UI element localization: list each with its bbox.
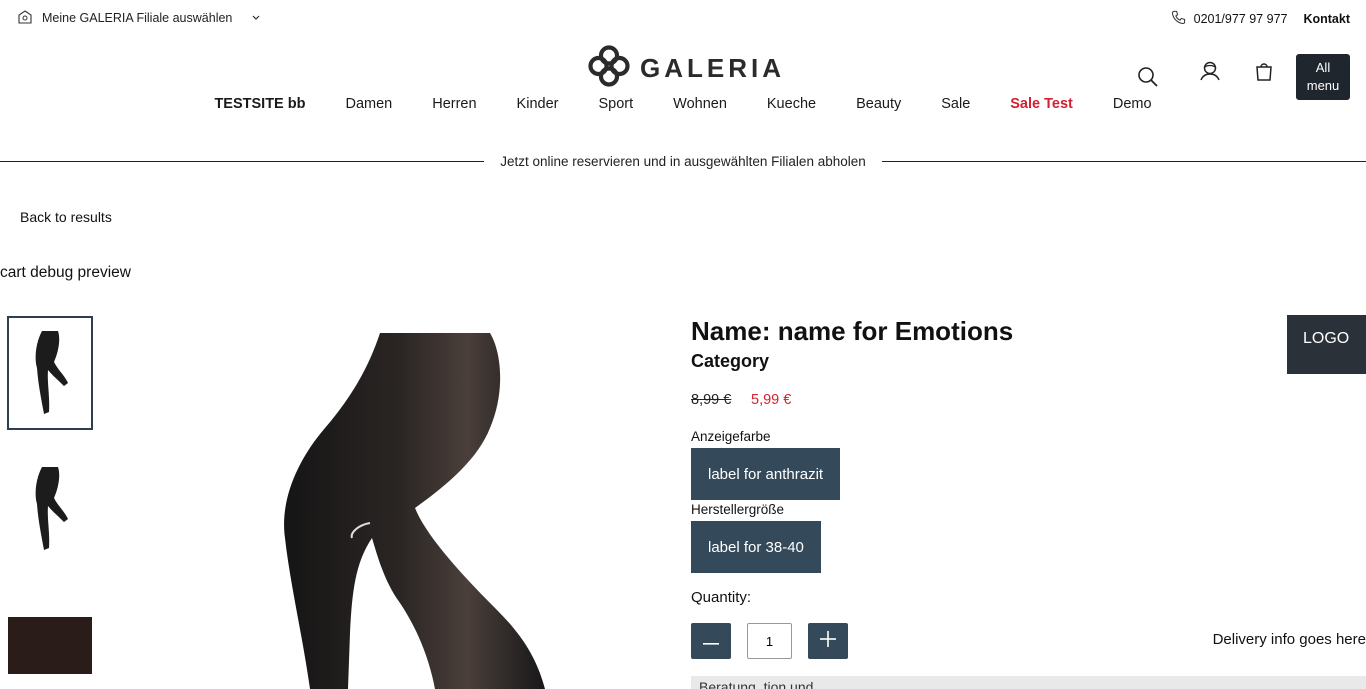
size-label: Herstellergröße: [691, 502, 785, 517]
thumbnail-1[interactable]: [7, 316, 93, 430]
nav-item-wohnen[interactable]: Wohnen: [673, 96, 727, 112]
main-nav: TESTSITE bb Damen Herren Kinder Sport Wo…: [0, 96, 1366, 112]
back-to-results-link[interactable]: Back to results: [20, 209, 112, 225]
tights-thumbnail-image: [35, 467, 68, 550]
brand-logo-box: LOGO: [1287, 315, 1366, 374]
banner-text: Jetzt online reservieren und in ausgewäh…: [500, 153, 866, 169]
product-name: Name: name for Emotions: [691, 316, 1014, 346]
store-icon: [18, 9, 32, 27]
divider: [881, 160, 1366, 162]
phone-number[interactable]: 0201/977 97 977: [1194, 12, 1288, 26]
thumbnail-3[interactable]: [8, 617, 92, 674]
accordion-title: Beratung, tion und: [699, 679, 814, 689]
product-main-image: [240, 333, 600, 689]
nav-item-beauty[interactable]: Beauty: [856, 96, 901, 112]
quantity-label: Quantity:: [691, 589, 752, 606]
reservation-banner: Jetzt online reservieren und in ausgewäh…: [0, 150, 1366, 172]
all-menu-label-line2: menu: [1306, 78, 1340, 93]
galeria-logo-icon: [588, 45, 630, 92]
divider: [0, 160, 485, 162]
cart-icon[interactable]: [1251, 58, 1277, 84]
logo-wordmark: GALERIA: [640, 53, 785, 83]
contact-area: 0201/977 97 977 Kontakt: [1171, 10, 1350, 28]
product-category: Category: [691, 351, 770, 371]
quantity-decrease-button[interactable]: [691, 623, 731, 659]
thumbnail-2[interactable]: [7, 452, 93, 566]
all-menu-button[interactable]: All menu: [1296, 54, 1350, 100]
all-menu-label-line1: All: [1315, 60, 1331, 75]
quantity-input[interactable]: [747, 623, 792, 659]
quantity-increase-button[interactable]: [808, 623, 848, 659]
color-label: Anzeigefarbe: [691, 429, 771, 444]
nav-item-kueche[interactable]: Kueche: [767, 96, 816, 112]
size-option-button[interactable]: label for 38-40: [691, 521, 821, 573]
sale-price: 5,99 €: [751, 392, 792, 408]
store-selector[interactable]: Meine GALERIA Filiale auswählen: [18, 8, 260, 28]
minus-icon: [703, 632, 719, 650]
nav-item-sale[interactable]: Sale: [941, 96, 970, 112]
accordion-header[interactable]: Beratung, tion und: [691, 676, 1366, 689]
debug-title: cart debug preview: [0, 264, 131, 281]
chevron-down-icon: [252, 13, 260, 24]
account-icon[interactable]: [1197, 58, 1223, 84]
nav-item-demo[interactable]: Demo: [1113, 96, 1152, 112]
nav-item-sale-test[interactable]: Sale Test: [1010, 96, 1073, 112]
nav-item-sport[interactable]: Sport: [598, 96, 633, 112]
tights-thumbnail-image: [35, 331, 68, 414]
nav-item-testsite[interactable]: TESTSITE bb: [214, 96, 305, 112]
phone-icon: [1171, 10, 1186, 28]
old-price: 8,99 €: [691, 392, 732, 408]
nav-item-herren[interactable]: Herren: [432, 96, 476, 112]
search-icon[interactable]: [1135, 64, 1161, 90]
galeria-logo[interactable]: GALERIA: [588, 45, 785, 92]
nav-item-kinder[interactable]: Kinder: [517, 96, 559, 112]
plus-icon: [820, 630, 836, 652]
store-selector-label: Meine GALERIA Filiale auswählen: [42, 11, 233, 25]
contact-link[interactable]: Kontakt: [1303, 12, 1350, 26]
nav-item-damen[interactable]: Damen: [345, 96, 392, 112]
delivery-info: Delivery info goes here: [1212, 631, 1366, 648]
color-option-button[interactable]: label for anthrazit: [691, 448, 841, 500]
